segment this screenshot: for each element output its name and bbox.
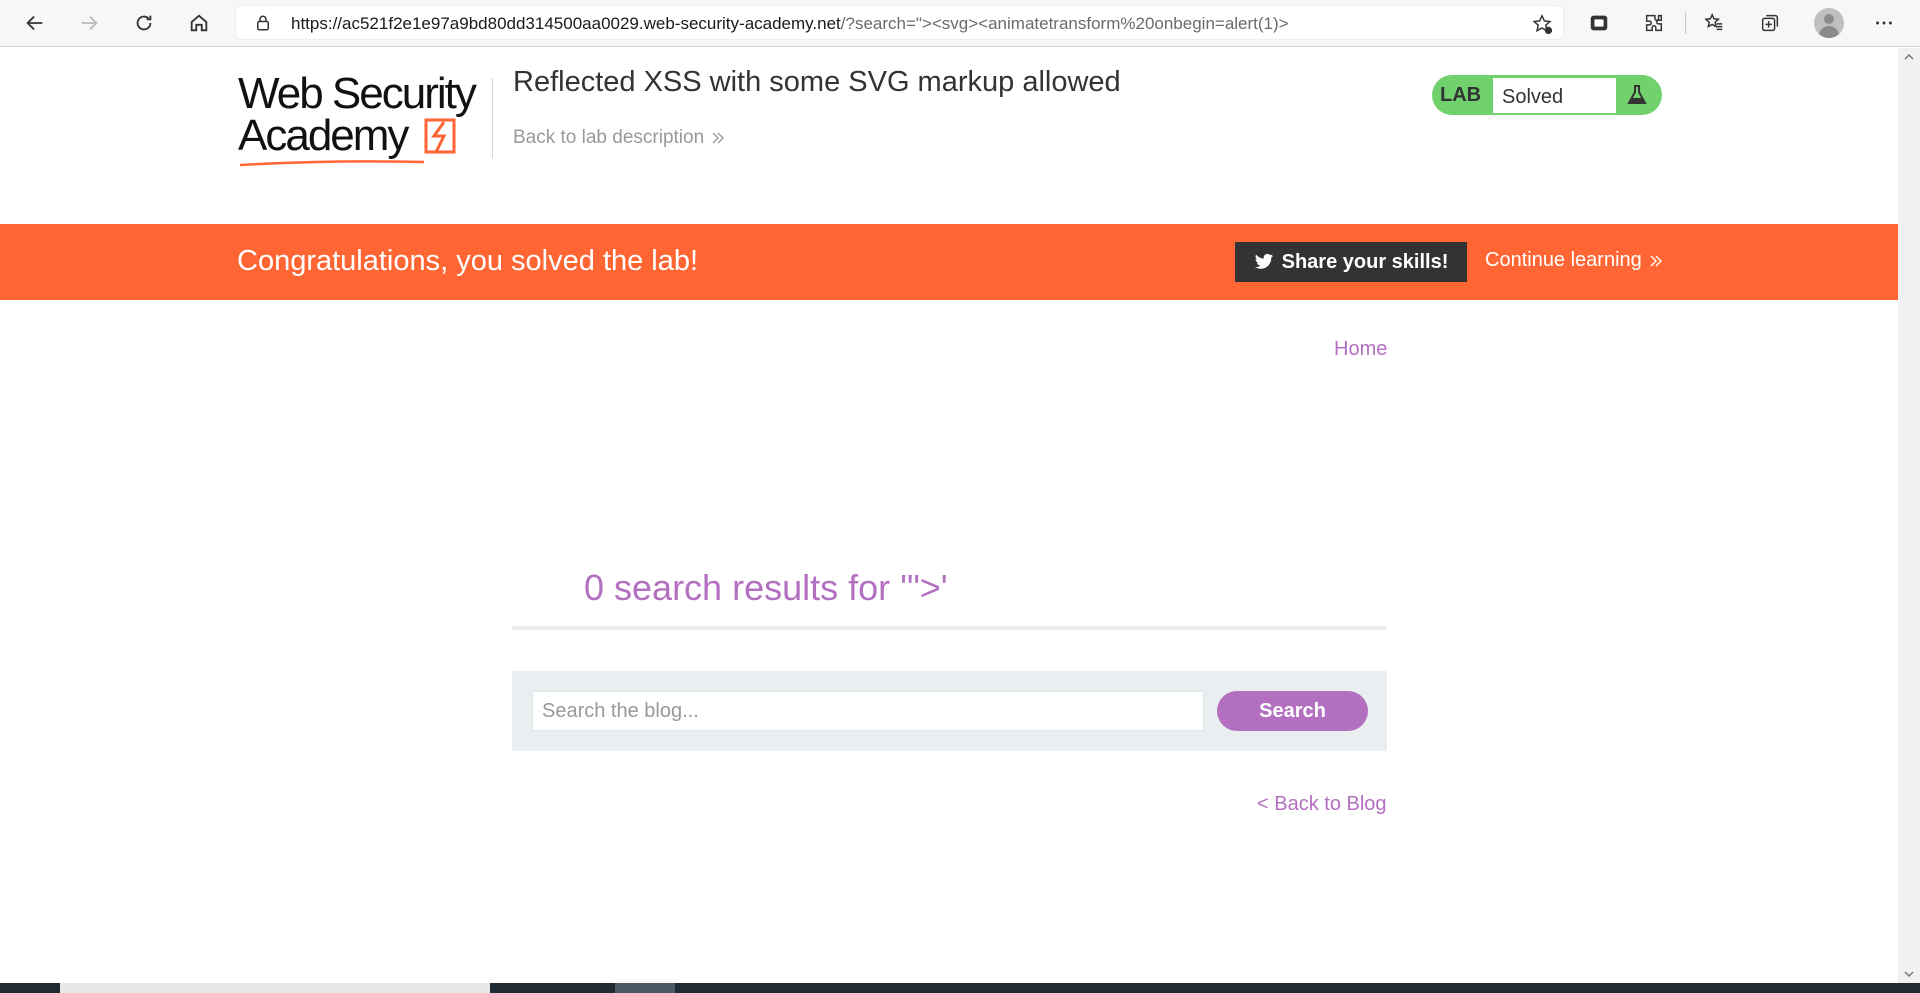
back-button[interactable]	[18, 8, 52, 38]
favorites-icon	[1704, 12, 1723, 31]
address-bar[interactable]: https://ac521f2e1e97a9bd80dd314500aa0029…	[235, 5, 1564, 40]
toolbar-divider	[1685, 12, 1686, 34]
forward-button[interactable]	[72, 8, 106, 38]
logo-line2: Academy	[238, 111, 409, 160]
os-taskbar	[0, 983, 1920, 993]
lock-icon[interactable]	[254, 14, 272, 32]
logo-underline-icon	[239, 160, 425, 167]
lab-status-label: LAB	[1440, 84, 1482, 106]
collections-icon	[1761, 14, 1779, 32]
continue-learning-label: Continue learning	[1485, 249, 1642, 271]
page-content: Web Security Academy Reflected XSS with …	[0, 48, 1898, 983]
more-menu-button[interactable]	[1871, 10, 1897, 36]
add-favorite-icon[interactable]	[1531, 13, 1553, 35]
share-skills-label: Share your skills!	[1281, 250, 1449, 273]
back-to-description-label: Back to lab description	[513, 127, 705, 148]
arrow-left-icon	[26, 15, 43, 31]
flask-icon	[1627, 85, 1647, 104]
taskbar-item[interactable]	[615, 983, 675, 993]
puzzle-icon	[1645, 14, 1663, 32]
collections-button[interactable]	[1757, 10, 1783, 36]
lab-title: Reflected XSS with some SVG markup allow…	[513, 66, 1121, 98]
arrow-right-icon	[81, 15, 98, 31]
lab-status-text: Solved	[1502, 86, 1564, 108]
url-path: /?search="><svg><animatetransform%20onbe…	[840, 14, 1289, 33]
extension-button[interactable]	[1586, 10, 1612, 36]
extension-app-icon	[1590, 15, 1608, 31]
double-chevron-right-icon	[1650, 255, 1662, 266]
taskbar-item[interactable]	[60, 983, 490, 993]
twitter-icon	[1254, 253, 1273, 269]
home-icon	[190, 14, 208, 32]
url-host: https://ac521f2e1e97a9bd80dd314500aa0029…	[291, 14, 841, 33]
web-security-academy-logo[interactable]: Web Security Academy	[238, 72, 488, 182]
congratulations-message: Congratulations, you solved the lab!	[237, 245, 699, 277]
refresh-icon	[136, 15, 152, 31]
scroll-down-icon[interactable]	[1903, 969, 1915, 979]
solved-banner: Congratulations, you solved the lab! Sha…	[0, 224, 1898, 300]
search-results-heading: 0 search results for '">'	[584, 567, 948, 608]
lab-status-value: Solved	[1493, 77, 1616, 113]
header-divider	[492, 78, 493, 158]
browser-toolbar: https://ac521f2e1e97a9bd80dd314500aa0029…	[0, 0, 1920, 47]
scroll-up-icon[interactable]	[1903, 52, 1915, 62]
url-text[interactable]: https://ac521f2e1e97a9bd80dd314500aa0029…	[291, 14, 1289, 34]
logo-bolt-icon	[424, 118, 456, 154]
home-link[interactable]: Home	[1334, 338, 1387, 361]
search-button[interactable]: Search	[1217, 691, 1368, 731]
profile-avatar[interactable]	[1814, 8, 1844, 38]
vertical-scrollbar[interactable]	[1898, 48, 1920, 983]
share-skills-button[interactable]: Share your skills!	[1235, 242, 1467, 282]
home-button[interactable]	[182, 8, 216, 38]
double-chevron-right-icon	[712, 132, 725, 144]
back-to-description-link[interactable]: Back to lab description	[513, 127, 726, 149]
continue-learning-link[interactable]: Continue learning	[1485, 249, 1664, 272]
logo-line1: Web Security	[238, 69, 477, 118]
extensions-button[interactable]	[1641, 10, 1667, 36]
search-input[interactable]	[532, 691, 1204, 731]
search-form: Search	[512, 671, 1387, 751]
more-dots-icon	[1876, 21, 1892, 25]
results-divider	[512, 626, 1387, 630]
refresh-button[interactable]	[127, 8, 161, 38]
favorites-button[interactable]	[1701, 10, 1727, 36]
lab-status-widget: LAB Solved	[1432, 75, 1662, 115]
back-to-blog-link[interactable]: < Back to Blog	[1257, 793, 1387, 816]
